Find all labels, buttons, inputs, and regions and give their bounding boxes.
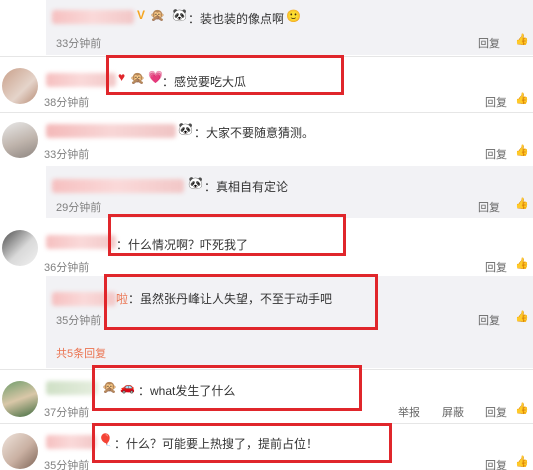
comment-text: ：装也装的像点啊 [188,12,285,26]
like-icon[interactable]: 👍 [515,33,529,46]
comment-text: ：大家不要随意猜测。 [194,126,315,140]
reply-button[interactable]: 回复 [478,312,500,328]
like-icon[interactable]: 👍 [515,197,529,210]
username-blurred[interactable] [46,381,98,395]
vip-badges: V [137,8,146,22]
reply-button[interactable]: 回复 [485,259,507,275]
crown-badge-icon: 🙊 [150,8,165,22]
comment-feed: V 🙊 🐼 ：装也装的像点啊 🙂 33分钟前 回复 👍 ♥ 🙊 💗 ：感觉要吃大… [0,0,533,470]
block-button[interactable]: 屏蔽 [442,404,464,420]
highlight-box [92,423,392,463]
highlight-box [106,55,344,95]
like-icon[interactable]: 👍 [515,144,529,157]
username-blurred[interactable] [46,235,116,249]
avatar[interactable] [2,433,38,469]
comment-text: ：真相自有定论 [204,180,289,194]
like-icon[interactable]: 👍 [515,402,529,415]
report-button[interactable]: 举报 [398,404,420,420]
comment-time: 35分钟前 [56,315,102,327]
panda-icon: 🐼 [188,176,203,190]
comment-time: 38分钟前 [44,97,90,109]
username-blurred[interactable] [46,124,176,138]
comment-time: 29分钟前 [56,202,102,214]
avatar[interactable] [2,230,38,266]
panda-icon: 🐼 [178,122,193,136]
avatar[interactable] [2,381,38,417]
comment-time: 33分钟前 [56,38,102,50]
highlight-box [108,214,346,256]
more-replies-link[interactable]: 共5条回复 [56,345,106,361]
username-blurred[interactable] [52,179,184,193]
reply-button[interactable]: 回复 [485,404,507,420]
comment-item: 🐼 ：真相自有定论 29分钟前 回复 👍 [0,166,533,218]
reply-button[interactable]: 回复 [478,35,500,51]
comment-time: 36分钟前 [44,262,90,274]
comment-time: 35分钟前 [44,460,90,470]
comment-time: 37分钟前 [44,407,90,419]
username-blurred[interactable] [52,10,134,24]
highlight-box [104,274,378,330]
like-icon[interactable]: 👍 [515,257,529,270]
reply-button[interactable]: 回复 [478,199,500,215]
like-icon[interactable]: 👍 [515,455,529,468]
like-icon[interactable]: 👍 [515,92,529,105]
comment-time: 33分钟前 [44,149,90,161]
username-blurred[interactable] [46,435,96,449]
highlight-box [92,365,362,411]
reply-button[interactable]: 回复 [485,146,507,162]
avatar[interactable] [2,68,38,104]
panda-icon: 🐼 [172,8,187,22]
reply-button[interactable]: 回复 [485,457,507,470]
comment-item: V 🙊 🐼 ：装也装的像点啊 🙂 33分钟前 回复 👍 [0,0,533,55]
reply-button[interactable]: 回复 [485,94,507,110]
avatar[interactable] [2,122,38,158]
emoji-icon: 🙂 [286,9,301,23]
like-icon[interactable]: 👍 [515,310,529,323]
comment-item: 🐼 ：大家不要随意猜测。 33分钟前 回复 👍 [0,112,533,166]
